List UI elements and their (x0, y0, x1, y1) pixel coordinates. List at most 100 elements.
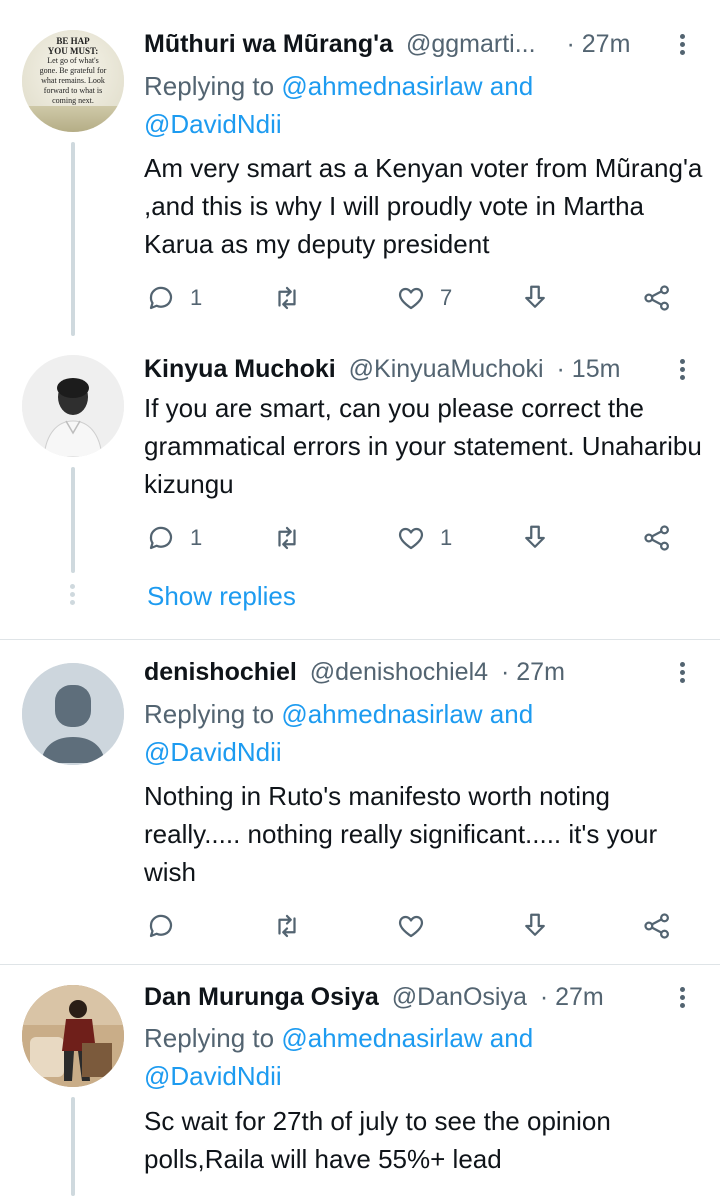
tweet-header: denishochiel @denishochiel4 · 27m (144, 656, 565, 688)
replying-to-label: Replying to (144, 699, 282, 729)
show-replies-link[interactable]: Show replies (147, 579, 296, 613)
tweet-header: Dan Murunga Osiya @DanOsiya · 27m (144, 981, 604, 1013)
tweet-text: Nothing in Ruto's manifesto worth noting… (144, 781, 658, 887)
tweet-actions: 1 1 (144, 518, 684, 558)
retweet-icon (278, 526, 296, 550)
like-count: 7 (440, 285, 453, 310)
replying-to-second-line: @DavidNdii (144, 1057, 282, 1095)
share-button[interactable] (642, 278, 672, 318)
avatar[interactable] (22, 985, 124, 1087)
more-vertical-icon[interactable] (678, 359, 686, 383)
more-vertical-icon[interactable] (678, 987, 686, 1011)
replying-to-label: Replying to (144, 71, 282, 101)
timestamp[interactable]: · 15m (557, 355, 621, 383)
retweet-icon (278, 286, 296, 310)
handle[interactable]: @KinyuaMuchoki (349, 355, 544, 383)
thread-line (71, 467, 75, 573)
avatar[interactable] (22, 355, 124, 457)
default-profile-icon (22, 663, 124, 765)
mention-link[interactable]: @DavidNdii (144, 1061, 282, 1091)
download-icon (525, 285, 545, 308)
more-vertical-icon[interactable] (678, 662, 686, 686)
thread-line (71, 1097, 75, 1196)
avatar-photo (22, 985, 124, 1087)
replying-and[interactable]: and (483, 71, 533, 101)
share-icon (644, 525, 670, 551)
reply-count: 1 (190, 285, 203, 310)
replying-and[interactable]: and (483, 1023, 533, 1053)
display-name[interactable]: Kinyua Muchoki (144, 355, 336, 383)
download-button[interactable] (520, 906, 550, 946)
replying-and[interactable]: and (483, 699, 533, 729)
retweet-icon (278, 914, 296, 938)
tweet-text: Sc wait for 27th of july to see the opin… (144, 1106, 611, 1174)
mention-link[interactable]: @DavidNdii (144, 109, 282, 139)
avatar-text-line: forward to what is (43, 86, 103, 95)
replying-to: Replying to @ahmednasirlaw and (144, 695, 533, 733)
replying-to: Replying to @ahmednasirlaw and (144, 67, 533, 105)
reply-button[interactable] (146, 906, 190, 946)
avatar-text-line: what remains. Look (41, 76, 105, 85)
reply-button[interactable]: 1 (146, 518, 202, 558)
tweet-header: Mũthuri wa Mũrang'a @ggmarti... · 27m (144, 28, 630, 60)
avatar[interactable]: BE HAP YOU MUST: Let go of what's gone. … (22, 30, 124, 132)
mention-link[interactable]: @ahmednasirlaw (281, 71, 482, 101)
display-name[interactable]: Mũthuri wa Mũrang'a (144, 30, 393, 58)
replying-to: Replying to @ahmednasirlaw and (144, 1019, 533, 1057)
tweet-text: Am very smart as a Kenyan voter from Mũr… (144, 153, 703, 259)
divider (0, 964, 720, 965)
like-button[interactable]: 7 (396, 278, 452, 318)
reply-icon (149, 526, 173, 550)
heart-icon (398, 915, 424, 938)
reply-icon (149, 914, 173, 938)
timestamp[interactable]: · 27m (566, 30, 630, 58)
mention-link[interactable]: @ahmednasirlaw (281, 699, 482, 729)
display-name[interactable]: Dan Murunga Osiya (144, 983, 379, 1011)
download-button[interactable] (520, 278, 550, 318)
download-icon (525, 913, 545, 936)
like-button[interactable]: 1 (396, 518, 452, 558)
share-icon (644, 285, 670, 311)
retweet-button[interactable] (272, 906, 316, 946)
reply-button[interactable]: 1 (146, 278, 202, 318)
thread-continuation-dots (70, 584, 76, 608)
heart-icon (398, 287, 424, 310)
avatar-photo (22, 355, 124, 457)
download-button[interactable] (520, 518, 550, 558)
retweet-button[interactable] (272, 518, 316, 558)
divider (0, 639, 720, 640)
retweet-button[interactable] (272, 278, 316, 318)
download-icon (525, 525, 545, 548)
timestamp[interactable]: · 27m (540, 983, 604, 1011)
handle[interactable]: @denishochiel4 (310, 658, 488, 686)
replying-to-label: Replying to (144, 1023, 282, 1053)
timestamp[interactable]: · 27m (501, 658, 565, 686)
mention-link[interactable]: @DavidNdii (144, 737, 282, 767)
more-vertical-icon[interactable] (678, 34, 686, 58)
like-button[interactable] (396, 906, 440, 946)
avatar-text-line: BE HAP (56, 36, 90, 46)
display-name[interactable]: denishochiel (144, 658, 297, 686)
share-button[interactable] (642, 518, 672, 558)
tweet-actions: 1 7 (144, 278, 684, 318)
like-count: 1 (440, 525, 453, 550)
thread-line (71, 142, 75, 336)
avatar-text-line: gone. Be grateful for (39, 66, 107, 75)
reply-count: 1 (190, 525, 203, 550)
tweet-header: Kinyua Muchoki @KinyuaMuchoki · 15m (144, 353, 620, 385)
avatar[interactable] (22, 663, 124, 765)
tweet-text: If you are smart, can you please correct… (144, 393, 702, 499)
reply-icon (149, 286, 173, 310)
replying-to-second-line: @DavidNdii (144, 105, 282, 143)
avatar-text-line: Let go of what's (47, 56, 99, 65)
avatar-text-line: YOU MUST: (47, 46, 99, 56)
handle[interactable]: @DanOsiya (392, 983, 527, 1011)
share-button[interactable] (642, 906, 672, 946)
share-icon (644, 913, 670, 939)
handle[interactable]: @ggmarti... (406, 30, 536, 58)
avatar-text-line: coming next. (52, 96, 94, 105)
replying-to-second-line: @DavidNdii (144, 733, 282, 771)
tweet-actions (144, 906, 684, 946)
heart-icon (398, 527, 424, 550)
mention-link[interactable]: @ahmednasirlaw (281, 1023, 482, 1053)
